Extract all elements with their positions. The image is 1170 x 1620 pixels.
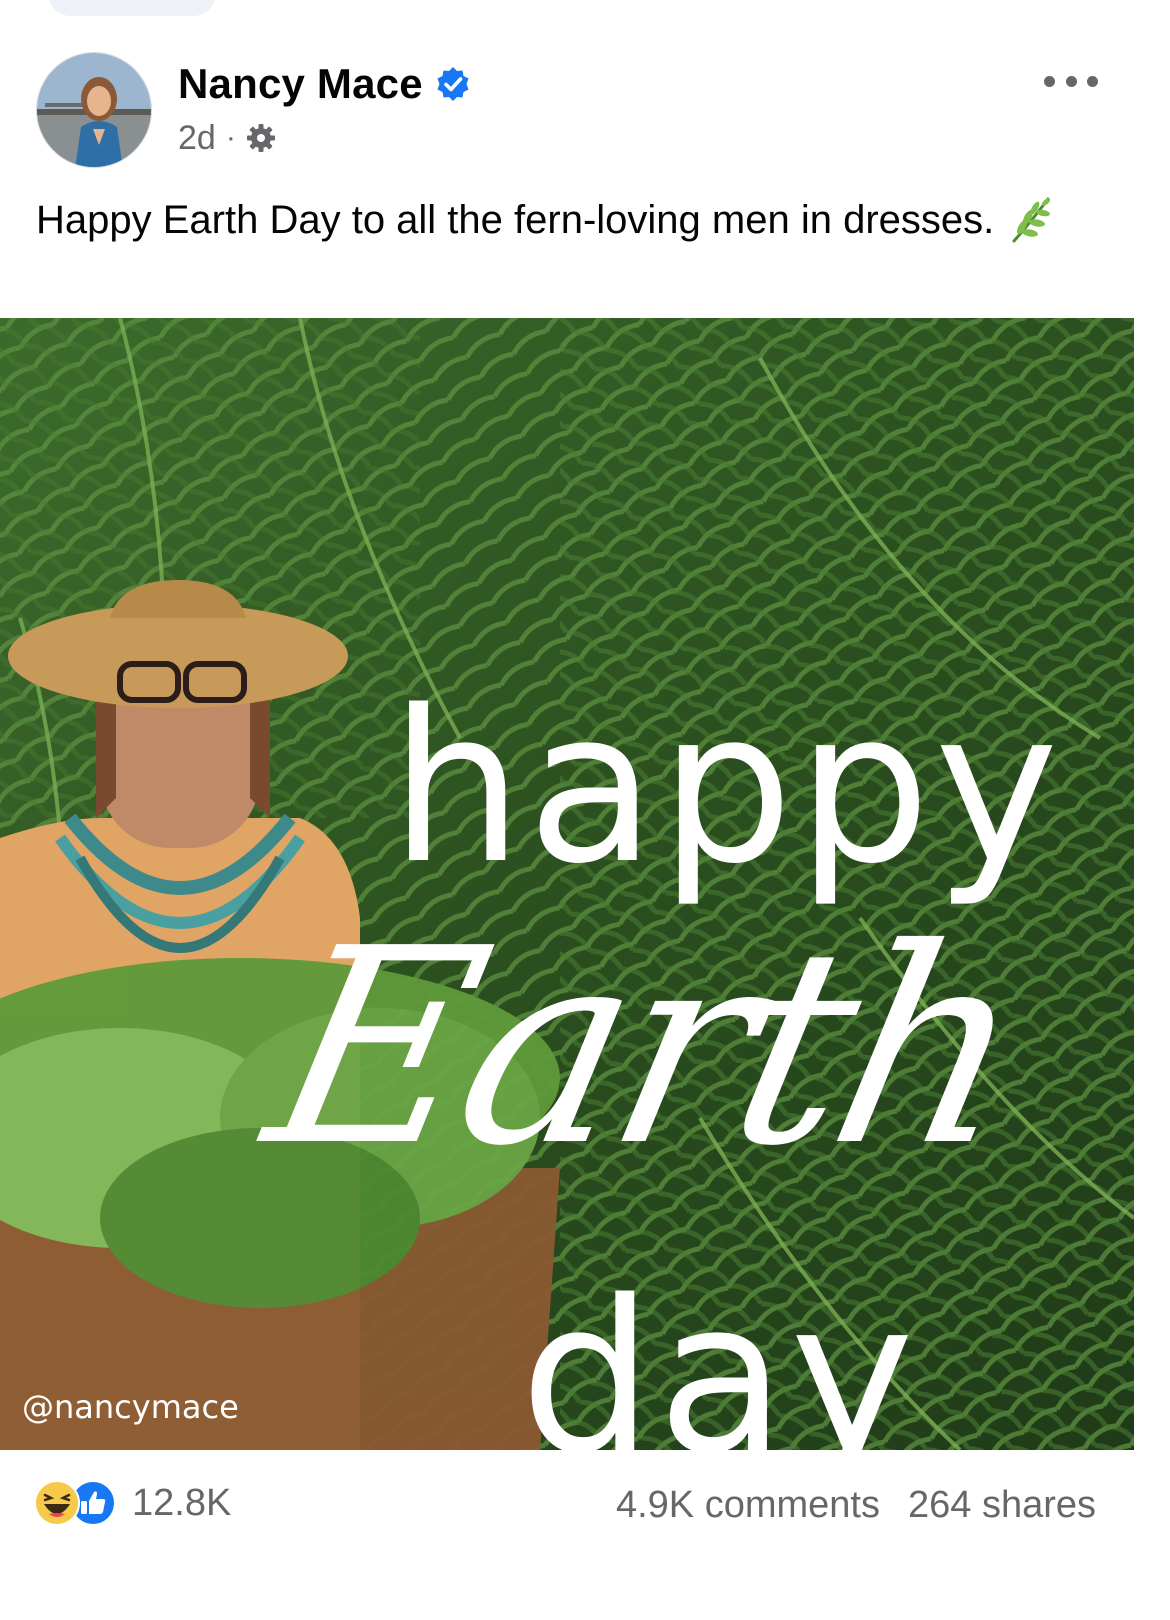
- post-meta: 2d ·: [178, 116, 276, 160]
- engagement-bar: 12.8K 4.9K comments 264 shares: [0, 1450, 1170, 1560]
- more-dot: [1044, 75, 1055, 87]
- haha-reaction-icon: [34, 1480, 80, 1526]
- author-name[interactable]: Nancy Mace: [178, 60, 423, 108]
- post-header: Nancy Mace 2d ·: [0, 48, 1170, 178]
- comments-count-link[interactable]: 4.9K comments: [616, 1484, 880, 1527]
- author-row: Nancy Mace: [178, 60, 471, 108]
- author-avatar[interactable]: [36, 52, 152, 168]
- top-search-pill[interactable]: [48, 0, 216, 16]
- more-options-icon[interactable]: [1044, 66, 1098, 96]
- verified-badge-icon: [435, 66, 471, 102]
- post-caption-text: Happy Earth Day to all the fern-loving m…: [36, 198, 995, 242]
- gear-icon[interactable]: [246, 123, 276, 153]
- post-timestamp[interactable]: 2d: [178, 119, 216, 158]
- post-caption: Happy Earth Day to all the fern-loving m…: [36, 192, 1086, 248]
- more-dot: [1087, 75, 1098, 87]
- image-text-day: day: [520, 1255, 919, 1451]
- image-text-earth: Earth: [246, 890, 1044, 1205]
- post-image[interactable]: happy Earth day @nancymace: [0, 318, 1134, 1450]
- more-dot: [1065, 75, 1077, 87]
- meta-separator: ·: [225, 121, 236, 154]
- reaction-count: 12.8K: [132, 1481, 232, 1524]
- herb-leaf-icon: [1004, 193, 1058, 247]
- image-watermark: @nancymace: [22, 1388, 239, 1426]
- image-text-happy: happy: [390, 665, 1063, 910]
- engagement-counts: 4.9K comments 264 shares: [616, 1480, 1096, 1530]
- reactions-summary[interactable]: 12.8K: [34, 1480, 231, 1526]
- shares-count-link[interactable]: 264 shares: [908, 1484, 1096, 1527]
